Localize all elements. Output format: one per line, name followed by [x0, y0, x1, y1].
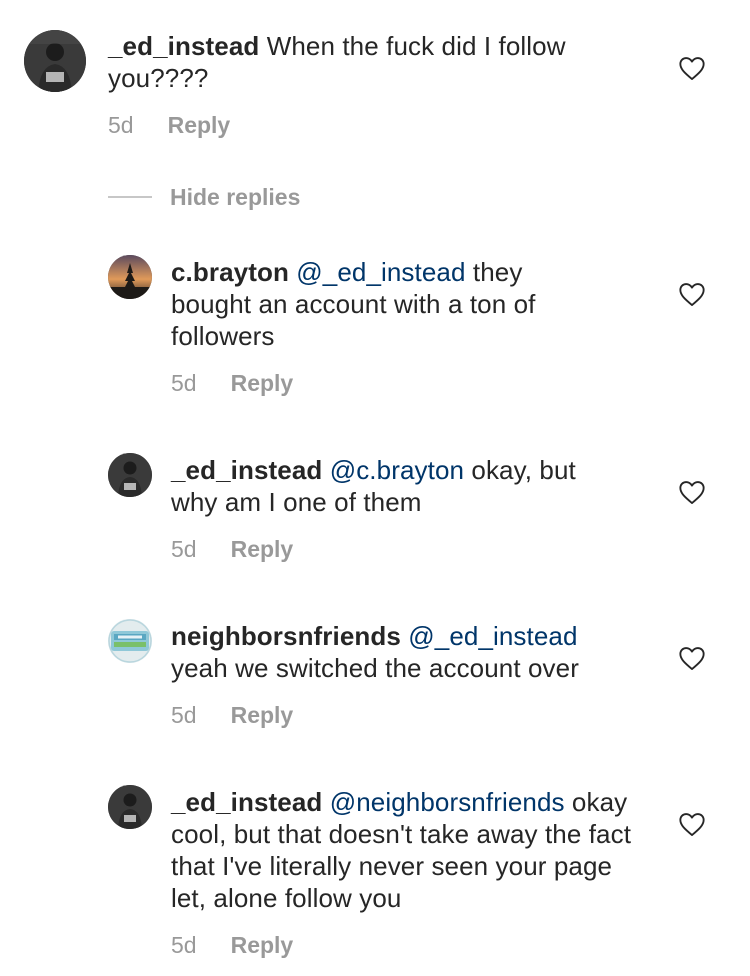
comment-text: _ed_instead @neighborsnfriends okay cool… — [171, 786, 641, 914]
comment-timestamp: 5d — [171, 536, 197, 562]
user-avatar[interactable] — [108, 785, 152, 829]
comment-body: yeah we switched the account over — [171, 653, 579, 683]
avatar-ed-instead-image — [108, 453, 152, 497]
comment-mention-link[interactable]: @_ed_instead — [296, 257, 465, 287]
like-heart-icon[interactable] — [678, 645, 706, 671]
user-avatar[interactable] — [108, 255, 152, 299]
comment-timestamp: 5d — [171, 370, 197, 396]
hide-replies-divider — [108, 196, 152, 198]
hide-replies-label[interactable]: Hide replies — [170, 184, 300, 211]
like-heart-icon[interactable] — [678, 281, 706, 307]
comment-username[interactable]: c.brayton — [171, 257, 289, 287]
comment-text: neighborsnfriends @_ed_instead yeah we s… — [171, 620, 631, 684]
comment-meta: 5d Reply — [171, 369, 293, 397]
comment-text: c.brayton @_ed_instead they bought an ac… — [171, 256, 601, 352]
user-avatar[interactable] — [24, 30, 86, 92]
hide-replies-toggle[interactable]: Hide replies — [108, 182, 300, 212]
like-heart-icon[interactable] — [678, 811, 706, 837]
user-avatar[interactable] — [108, 453, 152, 497]
comment-mention-link[interactable]: @_ed_instead — [408, 621, 577, 651]
reply-button[interactable]: Reply — [168, 112, 231, 138]
avatar-c-brayton-image — [108, 255, 152, 299]
user-avatar[interactable] — [108, 619, 152, 663]
reply-button[interactable]: Reply — [231, 702, 294, 728]
comment-meta: 5d Reply — [171, 701, 293, 729]
avatar-ed-instead-image — [108, 785, 152, 829]
comment-meta: 5d Reply — [108, 111, 230, 139]
avatar-neighborsnfriends-image — [108, 619, 152, 663]
reply-button[interactable]: Reply — [231, 370, 294, 396]
comment-username[interactable]: neighborsnfriends — [171, 621, 401, 651]
like-heart-icon[interactable] — [678, 479, 706, 505]
comment-mention-link[interactable]: @neighborsnfriends — [330, 787, 565, 817]
comment-username[interactable]: _ed_instead — [171, 455, 322, 485]
comment-text: _ed_instead @c.brayton okay, but why am … — [171, 454, 621, 518]
comment-timestamp: 5d — [108, 112, 134, 138]
comment-timestamp: 5d — [171, 702, 197, 728]
reply-button[interactable]: Reply — [231, 536, 294, 562]
comment-timestamp: 5d — [171, 932, 197, 958]
comment-mention-link[interactable]: @c.brayton — [330, 455, 464, 485]
comment-text: _ed_instead When the fuck did I follow y… — [108, 30, 628, 94]
reply-button[interactable]: Reply — [231, 932, 294, 958]
comment-username[interactable]: _ed_instead — [108, 31, 259, 61]
avatar-ed-instead-image — [24, 30, 86, 92]
comment-meta: 5d Reply — [171, 931, 293, 959]
comment-meta: 5d Reply — [171, 535, 293, 563]
comment-username[interactable]: _ed_instead — [171, 787, 322, 817]
like-heart-icon[interactable] — [678, 55, 706, 81]
